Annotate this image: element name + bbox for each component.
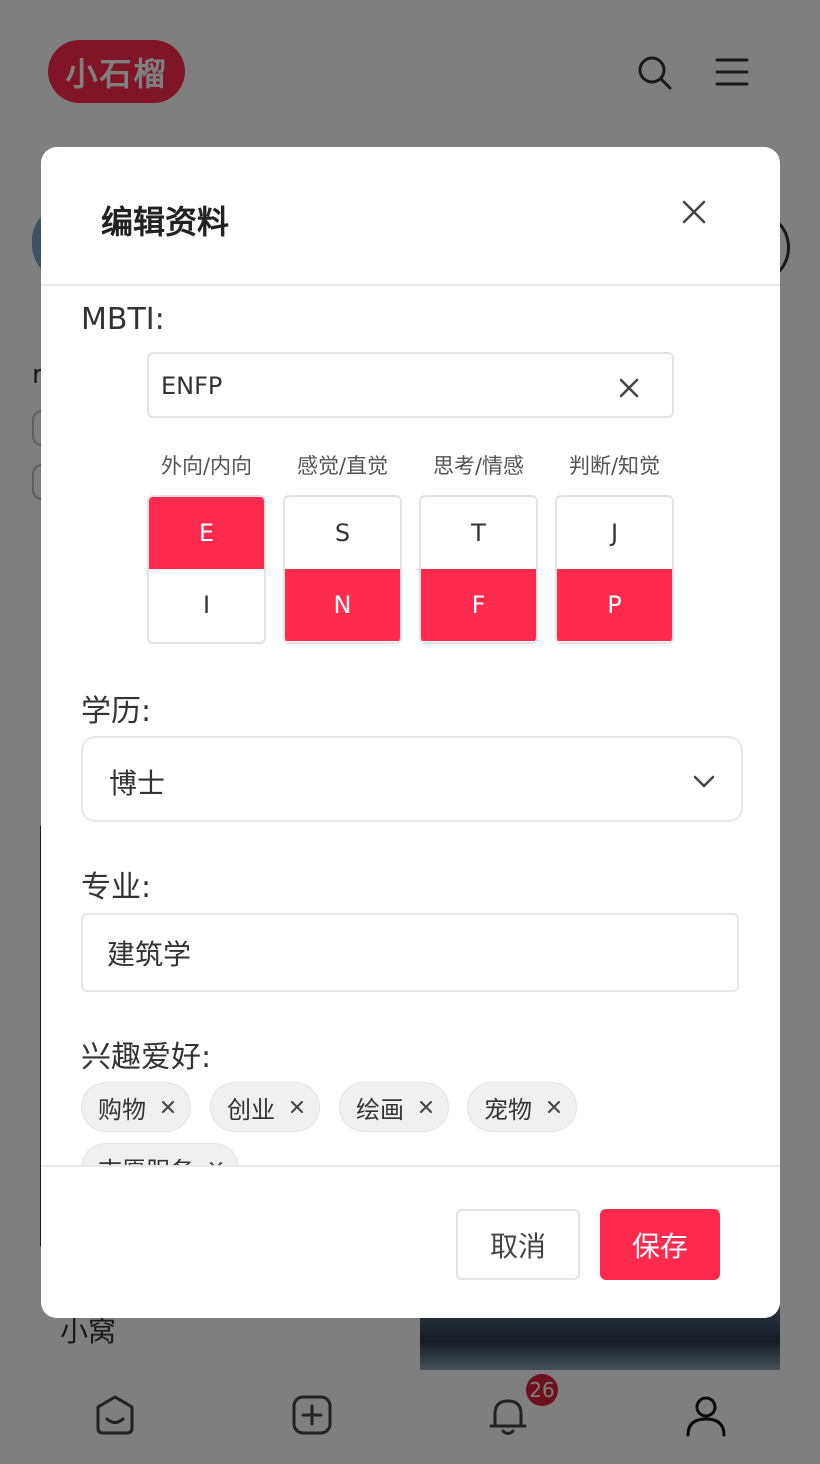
save-button[interactable]: 保存: [600, 1209, 720, 1280]
edit-profile-modal: 编辑资料 MBTI: 外向/内向 E I 感觉/直觉 S N: [41, 147, 780, 1318]
dimension-label: 感觉/直觉: [296, 454, 389, 478]
clear-icon[interactable]: [617, 376, 641, 400]
mbti-option-n[interactable]: N: [285, 569, 400, 641]
mbti-dimension-ei: 外向/内向 E I: [147, 450, 266, 644]
dimension-toggle: S N: [283, 495, 402, 644]
dimension-label: 思考/情感: [432, 454, 525, 478]
hobby-tag-label: 创业: [227, 1095, 275, 1124]
major-field[interactable]: [81, 913, 739, 992]
remove-tag-icon[interactable]: [418, 1099, 434, 1115]
mbti-option-t[interactable]: T: [421, 497, 536, 569]
hobbies-label: 兴趣爱好:: [81, 1040, 212, 1075]
mbti-input[interactable]: [161, 366, 591, 406]
dimension-toggle: T F: [419, 495, 538, 644]
modal-body[interactable]: MBTI: 外向/内向 E I 感觉/直觉 S N 思考/情感: [41, 288, 780, 1165]
modal-header: 编辑资料: [41, 147, 780, 286]
hobby-tag-label: 志愿服务: [98, 1151, 194, 1166]
close-icon[interactable]: [677, 195, 711, 229]
dimension-label: 外向/内向: [160, 454, 253, 478]
modal-footer: 取消 保存: [41, 1165, 780, 1318]
mbti-option-s[interactable]: S: [285, 497, 400, 569]
remove-tag-icon[interactable]: [546, 1099, 562, 1115]
hobby-tag-label: 绘画: [356, 1095, 404, 1124]
mbti-dimension-sn: 感觉/直觉 S N: [283, 450, 402, 644]
mbti-label: MBTI:: [81, 302, 165, 337]
hobby-tag[interactable]: 创业: [210, 1082, 320, 1132]
dimension-toggle: E I: [147, 495, 266, 644]
hobby-tag[interactable]: 志愿服务: [81, 1143, 239, 1165]
modal-title: 编辑资料: [101, 203, 230, 241]
remove-tag-icon[interactable]: [160, 1099, 176, 1115]
hobby-tag-label: 购物: [98, 1095, 146, 1124]
major-input[interactable]: [107, 933, 707, 973]
mbti-option-p[interactable]: P: [557, 569, 672, 641]
education-select[interactable]: 博士: [81, 736, 743, 822]
mbti-dimension-tf: 思考/情感 T F: [419, 450, 538, 644]
education-value: 博士: [109, 767, 166, 800]
mbti-dimension-jp: 判断/知觉 J P: [555, 450, 674, 644]
dimension-label: 判断/知觉: [568, 454, 661, 478]
hobby-tag[interactable]: 购物: [81, 1082, 191, 1132]
education-label: 学历:: [81, 694, 152, 729]
mbti-option-i[interactable]: I: [149, 569, 264, 641]
dimension-toggle: J P: [555, 495, 674, 644]
chevron-down-icon: [693, 775, 715, 788]
mbti-option-f[interactable]: F: [421, 569, 536, 641]
mbti-option-e[interactable]: E: [149, 497, 264, 569]
major-label: 专业:: [81, 870, 152, 905]
remove-tag-icon[interactable]: [289, 1099, 305, 1115]
cancel-button[interactable]: 取消: [456, 1209, 580, 1280]
mbti-field[interactable]: [147, 352, 674, 418]
hobby-tag[interactable]: 绘画: [339, 1082, 449, 1132]
hobby-tag[interactable]: 宠物: [467, 1082, 577, 1132]
hobby-tag-label: 宠物: [484, 1095, 532, 1124]
mbti-option-j[interactable]: J: [557, 497, 672, 569]
